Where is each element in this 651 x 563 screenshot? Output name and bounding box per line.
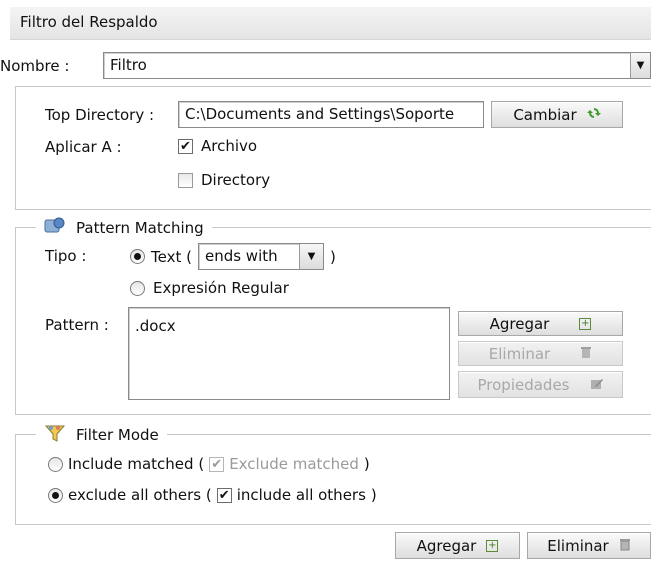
footer-agregar-label: Agregar — [416, 536, 477, 555]
exclude-matched-checkbox[interactable]: ✔ — [209, 456, 225, 472]
pattern-eliminar-button[interactable]: Eliminar — [458, 341, 623, 366]
dropdown-arrow-icon[interactable]: ▼ — [298, 244, 323, 269]
include-matched-prefix: Include matched ( — [68, 455, 205, 473]
properties-icon — [590, 376, 604, 394]
archivo-option[interactable]: ✔ Archivo — [178, 137, 257, 155]
top-directory-value: C:\Documents and Settings\Soporte — [185, 105, 455, 123]
add-icon: + — [579, 317, 592, 330]
include-matched-radio[interactable] — [48, 456, 63, 472]
trash-icon — [580, 345, 592, 363]
text-radio[interactable] — [130, 249, 145, 264]
pattern-matching-title: Pattern Matching — [76, 219, 204, 237]
filter-mode-title: Filter Mode — [76, 426, 159, 444]
dropdown-arrow-icon[interactable]: ▼ — [630, 53, 650, 78]
pattern-eliminar-label: Eliminar — [488, 344, 551, 363]
nombre-label: Nombre : — [0, 57, 70, 75]
include-all-checkbox[interactable]: ✔ — [216, 487, 232, 503]
directory-label: Directory — [201, 171, 271, 189]
footer-agregar-button[interactable]: Agregar + — [395, 532, 520, 559]
include-matched-option[interactable]: Include matched ( ✔ Exclude matched ) — [48, 455, 370, 473]
refresh-icon — [586, 106, 601, 124]
exclude-all-prefix: exclude all others ( — [68, 486, 212, 504]
cambiar-label: Cambiar — [513, 105, 577, 124]
ends-with-value: ends with — [204, 247, 278, 265]
filter-mode-group — [15, 434, 651, 525]
text-option-suffix: ) — [329, 247, 336, 266]
include-matched-suffix: ) — [363, 455, 370, 473]
nombre-select[interactable]: Filtro ▼ — [103, 52, 651, 79]
exclude-all-radio[interactable] — [48, 487, 63, 503]
pattern-agregar-label: Agregar — [489, 314, 550, 333]
directory-checkbox[interactable] — [178, 172, 193, 188]
window-title: Filtro del Respaldo — [20, 13, 158, 31]
aplicar-label: Aplicar A : — [45, 138, 122, 156]
propiedades-button[interactable]: Propiedades — [458, 371, 623, 398]
pattern-list[interactable]: .docx — [128, 307, 450, 400]
pattern-matching-legend: Pattern Matching — [36, 216, 212, 240]
pattern-item[interactable]: .docx — [135, 317, 176, 335]
exclude-all-suffix: ) — [370, 486, 377, 504]
top-directory-label: Top Directory : — [45, 106, 155, 124]
text-option-prefix: Text ( — [151, 247, 192, 266]
archivo-checkbox[interactable]: ✔ — [178, 138, 193, 154]
ends-with-select[interactable]: ends with ▼ — [197, 243, 324, 270]
include-all-label: include all others — [236, 486, 366, 504]
window-title-bar: Filtro del Respaldo — [10, 7, 651, 40]
top-directory-field[interactable]: C:\Documents and Settings\Soporte — [178, 101, 484, 128]
exclude-matched-label: Exclude matched — [229, 455, 359, 473]
directory-option[interactable]: Directory — [178, 171, 270, 189]
add-icon: + — [486, 539, 499, 552]
propiedades-label: Propiedades — [477, 375, 570, 394]
nombre-value: Filtro — [110, 56, 147, 74]
regex-radio[interactable] — [130, 280, 145, 296]
cambiar-button[interactable]: Cambiar — [491, 101, 623, 128]
tipo-label: Tipo : — [45, 247, 87, 265]
footer-eliminar-label: Eliminar — [547, 536, 609, 555]
trash-icon — [619, 537, 631, 555]
pattern-matching-icon — [44, 216, 66, 240]
regex-option[interactable]: Expresión Regular — [130, 279, 289, 297]
exclude-all-option[interactable]: exclude all others ( ✔ include all other… — [48, 486, 377, 504]
footer-eliminar-button[interactable]: Eliminar — [527, 532, 651, 559]
pattern-agregar-button[interactable]: Agregar + — [458, 311, 623, 336]
text-option[interactable]: Text ( ends with ▼ ) — [130, 243, 336, 270]
filter-mode-legend: Filter Mode — [36, 423, 167, 447]
archivo-label: Archivo — [201, 137, 258, 155]
regex-label: Expresión Regular — [153, 279, 289, 297]
filter-mode-icon — [44, 423, 66, 447]
pattern-label: Pattern : — [45, 316, 109, 334]
